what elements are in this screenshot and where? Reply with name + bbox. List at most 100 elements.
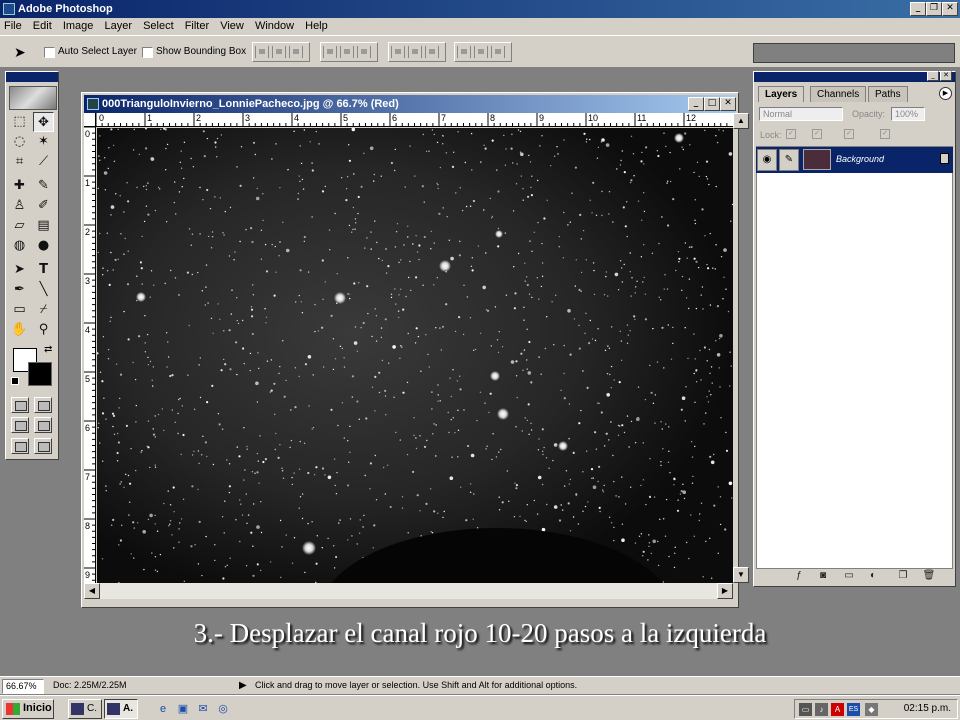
media-icon[interactable]: ◎ bbox=[216, 702, 230, 716]
outlook-icon[interactable]: ✉ bbox=[196, 702, 210, 716]
network-icon[interactable]: ▭ bbox=[799, 703, 812, 716]
menu-select[interactable]: Select bbox=[139, 18, 178, 32]
crop-icon[interactable]: ⌗ bbox=[9, 152, 30, 172]
default-colors-icon[interactable] bbox=[11, 377, 19, 385]
palette-well[interactable] bbox=[753, 43, 955, 63]
align-left-icon[interactable] bbox=[323, 46, 337, 58]
lock-position-checkbox[interactable]: ✓ bbox=[844, 129, 854, 139]
minimize-button[interactable]: _ bbox=[910, 2, 926, 16]
menu-help[interactable]: Help bbox=[301, 18, 332, 32]
taskbar-item-active[interactable]: A. bbox=[104, 699, 138, 719]
align-bottom-icon[interactable] bbox=[289, 46, 303, 58]
lock-all-checkbox[interactable]: ✓ bbox=[880, 129, 890, 139]
start-button[interactable]: Inicio bbox=[2, 699, 54, 719]
vertical-ruler[interactable]: 0 1 2 3 4 5 6 7 8 9 bbox=[84, 127, 96, 583]
image-canvas[interactable] bbox=[97, 128, 733, 583]
marquee-icon[interactable]: ⬚ bbox=[9, 112, 30, 132]
show-bounding-box-checkbox[interactable] bbox=[142, 47, 153, 58]
standard-mode-icon[interactable] bbox=[11, 397, 29, 413]
visibility-eye-icon[interactable]: ◉ bbox=[757, 149, 777, 171]
distribute-hcenter-icon[interactable] bbox=[474, 46, 488, 58]
screen-mode-standard-icon[interactable] bbox=[11, 417, 29, 433]
blend-mode-select[interactable]: Normal bbox=[759, 107, 843, 121]
eyedropper-icon[interactable]: ⌿ bbox=[33, 300, 54, 320]
distribute-vcenter-icon[interactable] bbox=[408, 46, 422, 58]
layers-palette-title-bar[interactable]: _ ✕ bbox=[754, 71, 955, 82]
align-hcenter-icon[interactable] bbox=[340, 46, 354, 58]
status-menu-arrow[interactable]: ▶ bbox=[236, 679, 247, 694]
trash-icon[interactable]: 🗑 bbox=[922, 570, 936, 583]
restore-button[interactable]: ❐ bbox=[926, 2, 942, 16]
scroll-left-button[interactable]: ◀ bbox=[84, 583, 100, 599]
lock-image-checkbox[interactable]: ✓ bbox=[812, 129, 822, 139]
align-top-icon[interactable] bbox=[255, 46, 269, 58]
move-icon[interactable]: ✥ bbox=[33, 112, 54, 132]
doc-maximize-button[interactable]: □ bbox=[704, 97, 720, 111]
palette-minimize-button[interactable]: _ bbox=[927, 71, 939, 81]
background-color-swatch[interactable] bbox=[28, 362, 52, 386]
zoom-field[interactable]: 66.67% bbox=[2, 679, 44, 694]
brush-icon[interactable]: ✎ bbox=[33, 176, 54, 196]
document-title-bar[interactable]: 000TrianguloInvierno_LonniePacheco.jpg @… bbox=[84, 95, 736, 113]
distribute-right-icon[interactable] bbox=[491, 46, 505, 58]
zoom-icon[interactable]: ⚲ bbox=[33, 320, 54, 340]
ruler-origin[interactable] bbox=[84, 113, 96, 127]
menu-edit[interactable]: Edit bbox=[29, 18, 56, 32]
doc-minimize-button[interactable]: _ bbox=[688, 97, 704, 111]
security-icon[interactable]: ◆ bbox=[865, 703, 878, 716]
scroll-up-button[interactable]: ▲ bbox=[733, 113, 749, 129]
adobe-online-logo[interactable] bbox=[9, 86, 57, 110]
magic-wand-icon[interactable]: ✶ bbox=[33, 132, 54, 152]
screen-mode-full-black-icon[interactable] bbox=[11, 438, 29, 454]
dodge-icon[interactable]: ● bbox=[33, 236, 54, 256]
menu-image[interactable]: Image bbox=[59, 18, 98, 32]
blur-icon[interactable]: ◍ bbox=[9, 236, 30, 256]
tab-channels[interactable]: Channels bbox=[810, 86, 867, 102]
quick-mask-icon[interactable] bbox=[34, 397, 52, 413]
gradient-icon[interactable]: ▤ bbox=[33, 216, 54, 236]
line-icon[interactable]: ╲ bbox=[33, 280, 54, 300]
path-select-icon[interactable]: ➤ bbox=[9, 260, 30, 280]
type-icon[interactable]: T bbox=[33, 260, 54, 280]
hand-icon[interactable]: ✋ bbox=[9, 320, 30, 340]
menu-file[interactable]: File bbox=[0, 18, 26, 32]
distribute-bottom-icon[interactable] bbox=[425, 46, 439, 58]
opacity-input[interactable]: 100% bbox=[891, 107, 925, 121]
ati-icon[interactable]: A bbox=[831, 703, 844, 716]
close-button[interactable]: ✕ bbox=[942, 2, 958, 16]
swap-colors-icon[interactable]: ⇄ bbox=[44, 344, 52, 355]
new-set-icon[interactable]: ▭ bbox=[842, 570, 856, 583]
menu-layer[interactable]: Layer bbox=[100, 18, 136, 32]
slice-icon[interactable]: ⟋ bbox=[33, 152, 54, 172]
lasso-icon[interactable]: ◌ bbox=[9, 132, 30, 152]
eraser-icon[interactable]: ▱ bbox=[9, 216, 30, 236]
tab-paths[interactable]: Paths bbox=[868, 86, 908, 102]
add-mask-icon[interactable]: ◙ bbox=[816, 570, 830, 583]
adjustment-layer-icon[interactable]: ◐ bbox=[866, 570, 880, 583]
doc-close-button[interactable]: ✕ bbox=[720, 97, 736, 111]
horizontal-ruler[interactable]: 0 1 2 3 4 5 6 7 8 9 10 11 12 bbox=[96, 113, 733, 127]
palette-close-button[interactable]: ✕ bbox=[940, 71, 952, 81]
notes-icon[interactable]: ▭ bbox=[9, 300, 30, 320]
align-right-icon[interactable] bbox=[357, 46, 371, 58]
distribute-top-icon[interactable] bbox=[391, 46, 405, 58]
scroll-down-button[interactable]: ▼ bbox=[733, 567, 749, 583]
healing-brush-icon[interactable]: ✚ bbox=[9, 176, 30, 196]
scroll-right-button[interactable]: ▶ bbox=[717, 583, 733, 599]
menu-window[interactable]: Window bbox=[251, 18, 298, 32]
clone-stamp-icon[interactable]: ♙ bbox=[9, 196, 30, 216]
pen-icon[interactable]: ✒ bbox=[9, 280, 30, 300]
taskbar-item[interactable]: C. bbox=[68, 699, 102, 719]
desktop-icon[interactable]: ▣ bbox=[176, 702, 190, 716]
ie-icon[interactable]: e bbox=[156, 702, 170, 716]
new-layer-icon[interactable]: ❐ bbox=[896, 570, 910, 583]
distribute-left-icon[interactable] bbox=[457, 46, 471, 58]
auto-select-layer-checkbox[interactable] bbox=[44, 47, 55, 58]
toolbox-title-bar[interactable] bbox=[6, 72, 58, 82]
horizontal-scrollbar[interactable]: ◀ ▶ bbox=[84, 583, 733, 599]
jump-to-imageready-icon[interactable] bbox=[34, 438, 52, 454]
layer-style-icon[interactable]: ƒ bbox=[792, 570, 806, 583]
menu-view[interactable]: View bbox=[216, 18, 248, 32]
tab-layers[interactable]: Layers bbox=[758, 86, 805, 102]
sound-icon[interactable]: ♪ bbox=[815, 703, 828, 716]
